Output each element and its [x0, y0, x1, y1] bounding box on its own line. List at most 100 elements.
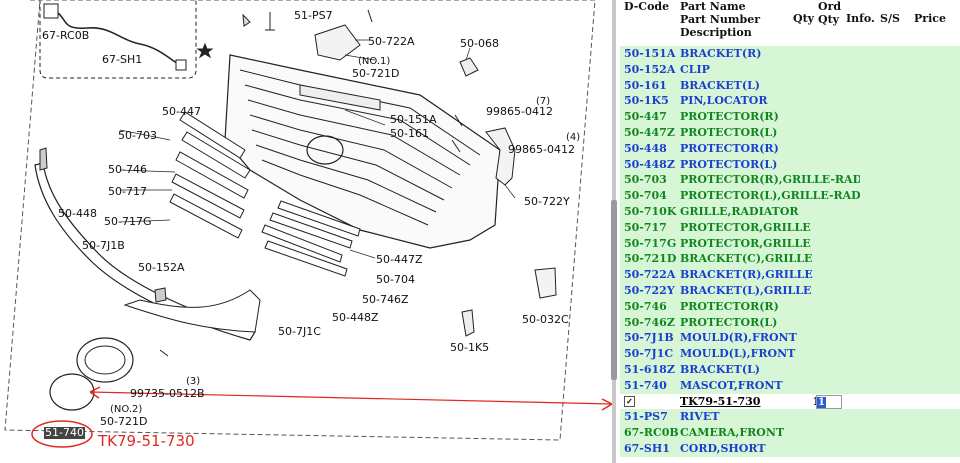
- table-row[interactable]: 50-151A BRACKET(R): [620, 46, 960, 63]
- row-dcode[interactable]: 50-447Z: [624, 126, 680, 140]
- row-part-name[interactable]: MOULD(L),FRONT: [680, 347, 860, 361]
- row-dcode[interactable]: 50-722Y: [624, 284, 680, 298]
- table-row[interactable]: 51-PS7 RIVET: [620, 409, 960, 427]
- table-row[interactable]: 67-SH1 CORD,SHORT: [620, 441, 960, 458]
- label-67-SH1[interactable]: 67-SH1: [102, 54, 142, 66]
- row-dcode[interactable]: 50-7J1B: [624, 331, 680, 345]
- row-part-name[interactable]: PROTECTOR(L): [680, 316, 860, 330]
- row-part-name[interactable]: PIN,LOCATOR: [680, 94, 860, 108]
- row-part-name[interactable]: BRACKET(R): [680, 47, 860, 61]
- row-part-name[interactable]: PROTECTOR(R): [680, 300, 860, 314]
- label-50-717G[interactable]: 50-717G: [104, 216, 152, 228]
- label-50-717[interactable]: 50-717: [108, 186, 147, 198]
- row-dcode[interactable]: 50-447: [624, 110, 680, 124]
- row-dcode[interactable]: 51-618Z: [624, 363, 680, 377]
- row-dcode[interactable]: 50-746: [624, 300, 680, 314]
- row-dcode[interactable]: 50-161: [624, 79, 680, 93]
- table-row[interactable]: 50-722A BRACKET(R),GRILLE: [620, 267, 960, 285]
- row-part-name[interactable]: PROTECTOR(R): [680, 110, 860, 124]
- table-row[interactable]: 50-721D BRACKET(C),GRILLE: [620, 251, 960, 269]
- row-part-name[interactable]: CAMERA,FRONT: [680, 426, 860, 440]
- row-part-name[interactable]: PROTECTOR(L): [680, 126, 860, 140]
- table-row[interactable]: 67-RC0B CAMERA,FRONT: [620, 425, 960, 443]
- label-50-7J1C[interactable]: 50-7J1C: [278, 326, 321, 338]
- label-50-448[interactable]: 50-448: [58, 208, 97, 220]
- row-part-name[interactable]: PROTECTOR(R): [680, 142, 860, 156]
- row-part-name[interactable]: MASCOT,FRONT: [680, 379, 860, 393]
- label-50-746Z[interactable]: 50-746Z: [362, 294, 409, 306]
- label-50-1K5[interactable]: 50-1K5: [450, 342, 489, 354]
- row-dcode[interactable]: 50-152A: [624, 63, 680, 77]
- row-dcode[interactable]: 50-448: [624, 142, 680, 156]
- label-50-704[interactable]: 50-704: [376, 274, 415, 286]
- selected-part-row[interactable]: ✓TK79-51-73011: [620, 393, 960, 411]
- label-51-PS7[interactable]: 51-PS7: [294, 10, 333, 22]
- label-50-151A[interactable]: 50-151A: [390, 114, 437, 126]
- row-dcode[interactable]: 50-746Z: [624, 316, 680, 330]
- row-part-name[interactable]: GRILLE,RADIATOR: [680, 205, 860, 219]
- label-50-721D-top[interactable]: 50-721D: [352, 68, 399, 80]
- label-99865-0412-a[interactable]: 99865-0412: [486, 106, 553, 118]
- row-part-name[interactable]: CLIP: [680, 63, 860, 77]
- table-row[interactable]: 50-746 PROTECTOR(R): [620, 298, 960, 316]
- row-dcode[interactable]: 50-7J1C: [624, 347, 680, 361]
- row-dcode[interactable]: 50-710K: [624, 205, 680, 219]
- table-row[interactable]: 50-746Z PROTECTOR(L): [620, 314, 960, 332]
- label-50-721D-bottom[interactable]: 50-721D: [100, 416, 147, 428]
- row-dcode[interactable]: 50-448Z: [624, 158, 680, 172]
- row-dcode[interactable]: 67-SH1: [624, 442, 680, 456]
- parts-diagram[interactable]: 67-RC0B 67-SH1 51-PS7 50-722A 50-068 (NO…: [0, 0, 616, 463]
- label-50-722Y[interactable]: 50-722Y: [524, 196, 570, 208]
- table-row[interactable]: 50-722Y BRACKET(L),GRILLE: [620, 283, 960, 300]
- table-row[interactable]: 50-447 PROTECTOR(R): [620, 109, 960, 127]
- row-part-name[interactable]: MOULD(R),FRONT: [680, 331, 860, 345]
- row-part-name[interactable]: BRACKET(R),GRILLE: [680, 268, 860, 282]
- row-part-name[interactable]: PROTECTOR,GRILLE: [680, 237, 860, 251]
- table-row[interactable]: 50-7J1B MOULD(R),FRONT: [620, 330, 960, 348]
- row-dcode[interactable]: 50-717: [624, 221, 680, 235]
- row-part-name[interactable]: RIVET: [680, 410, 860, 424]
- table-row[interactable]: 50-7J1C MOULD(L),FRONT: [620, 346, 960, 364]
- label-51-740-highlighted[interactable]: 51-740: [44, 427, 85, 439]
- row-dcode[interactable]: 67-RC0B: [624, 426, 680, 440]
- label-99735-0512B[interactable]: 99735-0512B: [130, 388, 205, 400]
- row-dcode[interactable]: 50-1K5: [624, 94, 680, 108]
- label-50-068[interactable]: 50-068: [460, 38, 499, 50]
- table-row[interactable]: 50-710K GRILLE,RADIATOR: [620, 204, 960, 221]
- label-50-152A[interactable]: 50-152A: [138, 262, 185, 274]
- row-dcode[interactable]: 51-PS7: [624, 410, 680, 424]
- row-part-name[interactable]: BRACKET(C),GRILLE: [680, 252, 860, 266]
- label-50-7J1B[interactable]: 50-7J1B: [82, 240, 125, 252]
- row-part-name[interactable]: PROTECTOR,GRILLE: [680, 221, 860, 235]
- table-row[interactable]: 50-704 PROTECTOR(L),GRILLE-RAD.: [620, 188, 960, 206]
- label-50-447Z[interactable]: 50-447Z: [376, 254, 423, 266]
- label-50-703[interactable]: 50-703: [118, 130, 157, 142]
- label-50-447[interactable]: 50-447: [162, 106, 201, 118]
- label-50-746[interactable]: 50-746: [108, 164, 147, 176]
- label-67-RC0B[interactable]: 67-RC0B: [42, 30, 89, 42]
- table-row[interactable]: 50-1K5 PIN,LOCATOR: [620, 93, 960, 111]
- table-row[interactable]: 50-447Z PROTECTOR(L): [620, 125, 960, 142]
- table-row[interactable]: 50-152A CLIP: [620, 61, 960, 79]
- row-dcode[interactable]: 50-704: [624, 189, 680, 203]
- row-dcode[interactable]: 50-721D: [624, 252, 680, 266]
- label-50-161[interactable]: 50-161: [390, 128, 429, 140]
- row-dcode[interactable]: 50-717G: [624, 237, 680, 251]
- row-dcode[interactable]: 51-740: [624, 379, 680, 393]
- table-row[interactable]: 50-161 BRACKET(L): [620, 77, 960, 95]
- row-dcode[interactable]: 50-703: [624, 173, 680, 187]
- table-row[interactable]: 50-448 PROTECTOR(R): [620, 140, 960, 158]
- table-row[interactable]: 51-618Z BRACKET(L): [620, 362, 960, 379]
- table-row[interactable]: 50-703 PROTECTOR(R),GRILLE-RAD.: [620, 172, 960, 190]
- row-dcode[interactable]: 50-722A: [624, 268, 680, 282]
- row-part-name[interactable]: BRACKET(L),GRILLE: [680, 284, 860, 298]
- row-part-name[interactable]: CORD,SHORT: [680, 442, 860, 456]
- row-part-name[interactable]: BRACKET(L): [680, 79, 860, 93]
- row-checkbox[interactable]: ✓: [624, 395, 635, 407]
- order-qty-input[interactable]: 1: [816, 394, 842, 409]
- label-99865-0412-b[interactable]: 99865-0412: [508, 144, 575, 156]
- diagram-scrollbar[interactable]: [611, 200, 617, 380]
- row-part-name[interactable]: PROTECTOR(L),GRILLE-RAD.: [680, 189, 860, 203]
- row-part-name[interactable]: BRACKET(L): [680, 363, 860, 377]
- table-row[interactable]: 51-740 MASCOT,FRONT: [620, 377, 960, 395]
